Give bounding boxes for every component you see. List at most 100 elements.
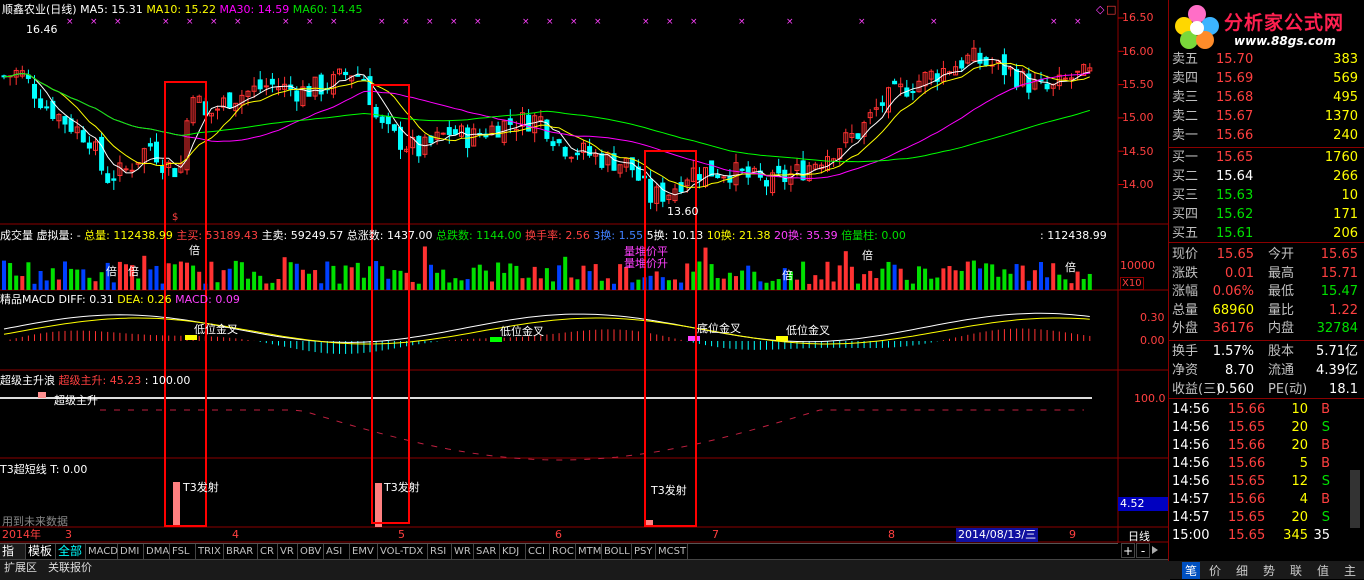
period-label[interactable]: 日线 (1128, 528, 1150, 544)
indicator-tab[interactable]: VR (278, 544, 298, 559)
t3-axis-value: 4.52 (1118, 497, 1168, 511)
volume-bar (26, 262, 31, 290)
tick-time: 14:56 (1172, 456, 1210, 471)
indicator-tab[interactable]: 模板 (26, 544, 56, 559)
volume-bar (343, 265, 348, 290)
tick-row: 14:56 15.66 5 B (1172, 455, 1362, 472)
quote-label: 涨幅 (1172, 284, 1199, 299)
volume-bar (178, 261, 183, 290)
volume-bar (971, 260, 976, 290)
fund-row: 换手 1.57% 股本 5.71亿 (1172, 343, 1362, 360)
volume-bar (868, 270, 873, 290)
ask-volume: 495 (1333, 90, 1358, 105)
low-price-label: 13.60 (667, 205, 699, 218)
ask-price: 15.69 (1216, 71, 1254, 86)
macd-dea: DEA: 0.26 (117, 293, 172, 306)
indicator-tab[interactable]: TRIX (196, 544, 224, 559)
candle-body (343, 71, 349, 76)
signal-marker: × (474, 17, 482, 27)
volume-axis-10000: 10000 (1120, 259, 1155, 272)
quote-value: 1.22 (1329, 302, 1358, 318)
signal-marker: × (114, 17, 122, 27)
virtual-volume: 虚拟量: - (36, 229, 81, 242)
side-tab[interactable]: 势 (1263, 562, 1275, 579)
scroll-right-icon[interactable] (1152, 546, 1158, 554)
tab-related-quotes[interactable]: 关联报价 (48, 560, 92, 576)
zoom-out-button[interactable]: - (1136, 543, 1150, 558)
fund-label: 股本 (1268, 344, 1295, 359)
indicator-tab[interactable]: CR (258, 544, 278, 559)
volume-bar (1051, 263, 1056, 290)
tick-price: 15.65 (1228, 510, 1266, 525)
active-sell: 主卖: 59249.57 (261, 229, 344, 242)
candle-body (910, 91, 916, 94)
side-tab[interactable]: 联 (1290, 562, 1302, 579)
quote-row: 涨跌 0.01 最高 15.71 (1172, 265, 1362, 282)
volume-bar (904, 279, 909, 290)
indicator-tab[interactable]: DMA (144, 544, 170, 559)
volume-bar (886, 261, 891, 290)
candle-body (355, 74, 361, 77)
candle-body (62, 116, 68, 125)
square-icon[interactable]: □ (1106, 3, 1116, 16)
indicator-tab[interactable]: DMI (118, 544, 144, 559)
indicator-tab[interactable]: MACD (86, 544, 118, 559)
indicator-tab[interactable]: 指标 (0, 544, 26, 573)
volume-total-right: : 112438.99 (1040, 229, 1107, 242)
bid-volume: 10 (1341, 188, 1358, 203)
volume-bar (75, 269, 80, 290)
indicator-tab[interactable]: PSY (632, 544, 656, 559)
side-tab[interactable]: 主 (1344, 562, 1356, 579)
indicator-tab[interactable]: MTM (576, 544, 602, 559)
indicator-tab[interactable]: FSL (170, 544, 196, 559)
zoom-in-button[interactable]: + (1121, 543, 1135, 558)
side-tab[interactable]: 笔 (1182, 562, 1201, 579)
tab-extension-area[interactable]: 扩展区 (4, 560, 37, 576)
indicator-tab[interactable]: SAR (474, 544, 500, 559)
volume-bar (300, 269, 305, 290)
indicator-tab[interactable]: WR (452, 544, 474, 559)
surge-header: 超级主升浪 超级主升: 45.23 : 100.00 (0, 374, 190, 387)
up-count: 总涨数: 1437.00 (346, 229, 433, 242)
indicator-tab[interactable]: KDJ (500, 544, 526, 559)
indicator-tab[interactable]: OBV (298, 544, 324, 559)
quote-row: 总量 68960 量比 1.22 (1172, 302, 1362, 319)
indicator-tab[interactable]: 全部 (56, 544, 86, 559)
volume-bar (331, 265, 336, 290)
chart-area[interactable]: × × × × × × × × × × × × × × × × × × × × × × × × × × × × $ (0, 0, 1168, 543)
side-tab[interactable]: 值 (1317, 562, 1329, 579)
indicator-tab[interactable]: CCI (526, 544, 550, 559)
indicator-tab[interactable]: ROC (550, 544, 576, 559)
volume-bar (264, 283, 269, 290)
indicator-tab[interactable]: MCST (656, 544, 688, 559)
quote-label: 总量 (1172, 302, 1199, 318)
side-tab[interactable]: 价 (1209, 562, 1221, 579)
diamond-icon[interactable]: ◇ (1096, 3, 1104, 16)
indicator-tab[interactable]: ASI (324, 544, 350, 559)
side-tab[interactable]: 细 (1236, 562, 1248, 579)
volume-bar (8, 263, 13, 290)
tick-time: 14:56 (1172, 402, 1210, 417)
t3-signal-label: T3发射 (384, 481, 420, 494)
surge-label: 超级主升 (54, 394, 98, 407)
volume-bar (313, 270, 318, 290)
indicator-tab[interactable]: VOL-TDX (378, 544, 428, 559)
quote-label: 内盘 (1268, 321, 1295, 336)
volume-bar (856, 283, 860, 290)
indicator-tab[interactable]: EMV (350, 544, 378, 559)
macd-value: MACD: 0.09 (175, 293, 240, 306)
indicator-tab[interactable]: BOLL (602, 544, 632, 559)
volume-bar (483, 270, 488, 290)
volume-bar (666, 280, 671, 290)
t3-value: T: 0.00 (50, 463, 88, 476)
bid-row: 买三 15.63 10 (1172, 187, 1362, 204)
indicator-tab[interactable]: RSI (428, 544, 452, 559)
indicator-tab[interactable]: BRAR (224, 544, 258, 559)
tick-price: 15.66 (1228, 438, 1266, 453)
ask-label: 卖五 (1172, 52, 1199, 67)
volume-bar (87, 277, 92, 290)
volume-bar (825, 261, 830, 290)
bid-label: 买五 (1172, 226, 1199, 241)
turnover: 换手率: 2.56 (525, 229, 590, 242)
volume-bar (1002, 269, 1007, 290)
